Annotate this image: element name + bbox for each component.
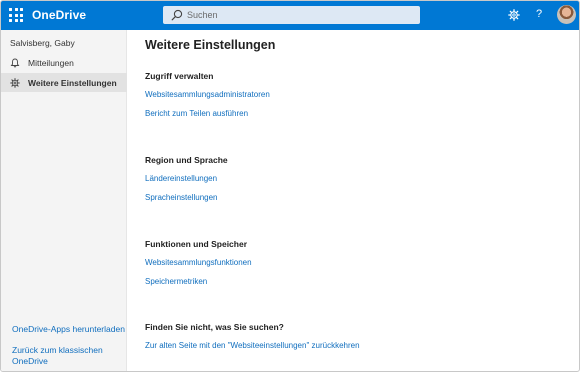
onedrive-window: OneDrive ? Salvisberg, Gaby bbox=[0, 0, 580, 372]
link-speichermetriken[interactable]: Speichermetriken bbox=[145, 277, 207, 286]
sidebar-item-mitteilungen[interactable]: Mitteilungen bbox=[1, 53, 127, 72]
link-alte-websiteeinstellungen[interactable]: Zur alten Seite mit den "Websiteeinstell… bbox=[145, 341, 360, 350]
section-title-funktionen: Funktionen und Speicher bbox=[145, 239, 248, 249]
link-websitesammlungsfunktionen[interactable]: Websitesammlungsfunktionen bbox=[145, 258, 252, 267]
download-apps-link[interactable]: OneDrive-Apps herunterladen bbox=[12, 324, 125, 335]
link-websitesammlungsadministratoren[interactable]: Websitesammlungsadministratoren bbox=[145, 90, 270, 99]
classic-onedrive-link[interactable]: Zurück zum klassischen OneDrive bbox=[12, 345, 112, 367]
help-button[interactable]: ? bbox=[533, 7, 545, 21]
top-bar: OneDrive ? bbox=[1, 1, 579, 30]
bell-icon bbox=[10, 58, 20, 67]
app-brand[interactable]: OneDrive bbox=[32, 8, 86, 22]
section-title-region: Region und Sprache bbox=[145, 155, 228, 165]
search-icon bbox=[171, 9, 183, 21]
search-input[interactable] bbox=[187, 7, 412, 23]
link-bericht-teilen[interactable]: Bericht zum Teilen ausführen bbox=[145, 109, 248, 118]
app-launcher-icon[interactable] bbox=[8, 7, 23, 22]
sidebar-user-name: Salvisberg, Gaby bbox=[10, 38, 75, 48]
main-content: Weitere Einstellungen Zugriff verwalten … bbox=[128, 30, 579, 371]
user-avatar[interactable] bbox=[557, 5, 576, 24]
sidebar-item-label: Weitere Einstellungen bbox=[28, 77, 117, 88]
search-box[interactable] bbox=[163, 6, 420, 24]
link-laendereinstellungen[interactable]: Ländereinstellungen bbox=[145, 174, 217, 183]
page-title: Weitere Einstellungen bbox=[145, 38, 276, 52]
link-spracheinstellungen[interactable]: Spracheinstellungen bbox=[145, 193, 218, 202]
sidebar-item-label: Mitteilungen bbox=[28, 57, 74, 68]
sidebar: Salvisberg, Gaby Mitteilungen Weitere Ei… bbox=[1, 30, 127, 371]
sidebar-item-weitere-einstellungen[interactable]: Weitere Einstellungen bbox=[1, 73, 127, 92]
settings-gear-icon[interactable] bbox=[508, 9, 520, 21]
gear-icon bbox=[10, 77, 20, 88]
section-title-finden: Finden Sie nicht, was Sie suchen? bbox=[145, 322, 284, 332]
section-title-zugriff: Zugriff verwalten bbox=[145, 71, 214, 81]
